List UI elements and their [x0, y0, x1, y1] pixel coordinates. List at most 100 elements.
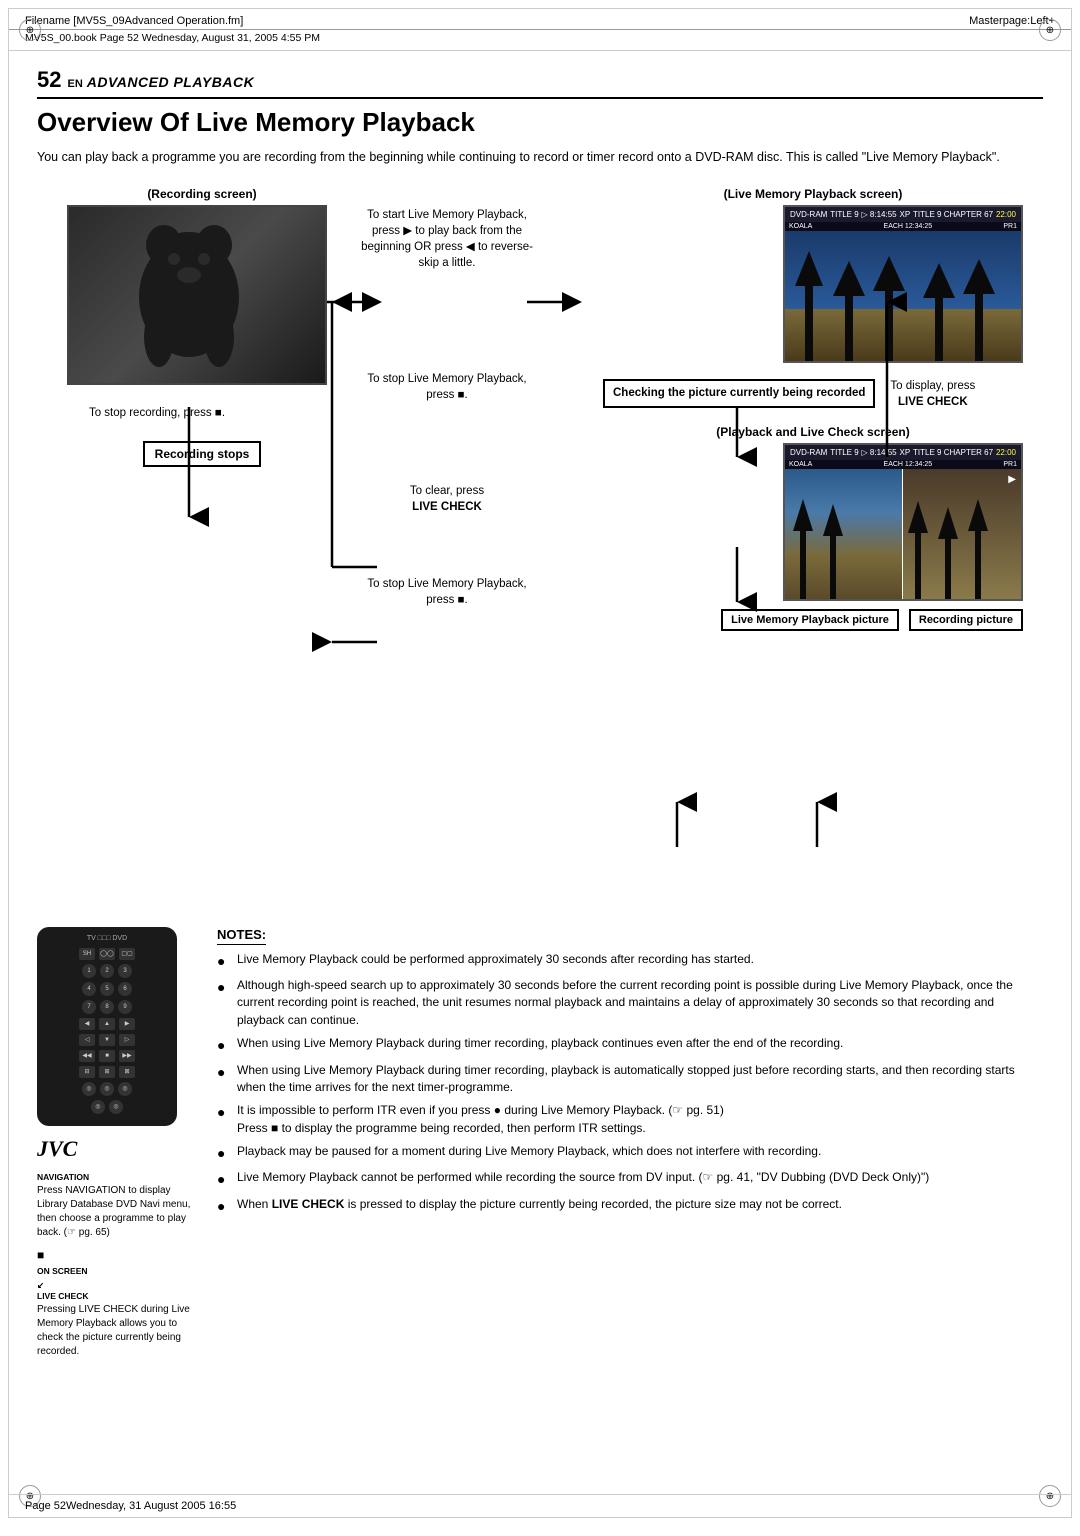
- note-bullet-1: ●: [217, 951, 233, 971]
- remote-btn-round-11[interactable]: ◎: [100, 1082, 114, 1096]
- play-indicator: ▶: [1008, 474, 1016, 485]
- note-item-3: ● When using Live Memory Playback during…: [217, 1035, 1043, 1055]
- remote-btn-round-14[interactable]: ◎: [109, 1100, 123, 1114]
- dvd-trees-svg-1: [785, 231, 1021, 361]
- note-item-6: ● Playback may be paused for a moment du…: [217, 1143, 1043, 1163]
- remote-row-7: ◀◀ ■ ▶▶: [45, 1050, 169, 1062]
- on-screen-section: ON SCREEN: [37, 1266, 197, 1276]
- chapter-number: 52: [37, 67, 61, 93]
- checking-area: Checking the picture currently being rec…: [603, 378, 1023, 410]
- note-text-2: Although high-speed search up to approxi…: [237, 977, 1043, 1029]
- corner-mark-tl: ⊕: [19, 19, 41, 41]
- navigation-section: NAVIGATION Press NAVIGATION to display L…: [37, 1172, 197, 1240]
- note-text-8: When LIVE CHECK is pressed to display th…: [237, 1196, 842, 1213]
- note-bullet-4: ●: [217, 1062, 233, 1082]
- note-bullet-8: ●: [217, 1196, 233, 1216]
- remote-row-3: 4 5 6: [45, 982, 169, 996]
- remote-btn-e[interactable]: ⊞: [99, 1066, 115, 1078]
- recording-screen-section: (Recording screen): [67, 187, 337, 467]
- stop-recording-instruction: To stop recording, press ■.: [67, 405, 337, 421]
- remote-btn-2[interactable]: ◯◯: [99, 948, 115, 960]
- dvd-pr-1: PR1: [1003, 223, 1017, 230]
- remote-btn-round-7[interactable]: 7: [82, 1000, 96, 1014]
- remote-btn-nav3[interactable]: ▶: [119, 1018, 135, 1030]
- remote-btn-f[interactable]: ⊠: [119, 1066, 135, 1078]
- remote-btn-round-13[interactable]: ◎: [91, 1100, 105, 1114]
- remote-btn-round-1[interactable]: 1: [82, 964, 96, 978]
- remote-btn-nav2[interactable]: ▲: [99, 1018, 115, 1030]
- stop-recording-text: To stop recording, press ■.: [67, 405, 247, 421]
- dvd-each-2: EACH 12:34:25: [884, 461, 933, 468]
- recording-screen-image: [67, 205, 327, 385]
- remote-btn-round-4[interactable]: 4: [82, 982, 96, 996]
- remote-btn-1[interactable]: SH: [79, 948, 95, 960]
- live-memory-playback-picture-text: Live Memory Playback picture: [731, 614, 889, 626]
- remote-btn-d[interactable]: ⊟: [79, 1066, 95, 1078]
- note-text-7: Live Memory Playback cannot be performed…: [237, 1169, 929, 1186]
- dvd-title-1: TITLE 9: [830, 210, 858, 219]
- remote-btn-a[interactable]: ◀◀: [79, 1050, 95, 1062]
- remote-btn-round-2[interactable]: 2: [100, 964, 114, 978]
- remote-btn-c[interactable]: ▶▶: [119, 1050, 135, 1062]
- diagram-area: (Recording screen): [37, 187, 1043, 917]
- dvd-title-2: TITLE 9: [830, 448, 858, 457]
- navigation-label: NAVIGATION: [37, 1172, 197, 1182]
- bottom-area: TV □□□ DVD SH ◯◯ ▢▢ 1 2 3 4: [37, 927, 1043, 1359]
- dvd-info-1: KOALA EACH 12:34:25 PR1: [785, 222, 1021, 231]
- dvd-header-1: DVD-RAM TITLE 9 ▷ 8:14:55 XP TITLE 9 CHA…: [785, 207, 1021, 222]
- note-item-1: ● Live Memory Playback could be performe…: [217, 951, 1043, 971]
- note-bullet-6: ●: [217, 1143, 233, 1163]
- checking-box-text: Checking the picture currently being rec…: [613, 387, 865, 399]
- remote-btn-round-5[interactable]: 5: [100, 982, 114, 996]
- note-bullet-7: ●: [217, 1169, 233, 1189]
- instr6-text: To display, press LIVE CHECK: [890, 378, 975, 410]
- dvd-koala-2: KOALA: [789, 461, 812, 468]
- recording-stops-label: Recording stops: [155, 447, 250, 461]
- recording-picture-box: Recording picture: [909, 609, 1023, 631]
- remote-btn-nav6[interactable]: ▷: [119, 1034, 135, 1046]
- remote-btn-round-9[interactable]: 9: [118, 1000, 132, 1014]
- remote-btn-nav5[interactable]: ▼: [99, 1034, 115, 1046]
- dvd-format-1: DVD-RAM: [790, 210, 827, 219]
- live-check-remote-desc: Pressing LIVE CHECK during Live Memory P…: [37, 1303, 197, 1359]
- remote-row-10: ◎ ◎: [45, 1100, 169, 1114]
- remote-btn-round-3[interactable]: 3: [118, 964, 132, 978]
- jvc-logo: JVC: [37, 1136, 197, 1162]
- playback-live-check-screen: DVD-RAM TITLE 9 ▷ 8:14:55 XP TITLE 9 CHA…: [783, 443, 1023, 601]
- corner-mark-tr: ⊕: [1039, 19, 1061, 41]
- instr5-text: To stop Live Memory Playback, press ■.: [357, 576, 537, 608]
- dvd-timer-2: 22:00: [996, 448, 1016, 457]
- live-memory-playback-picture-box: Live Memory Playback picture: [721, 609, 899, 631]
- instr4-text: To clear, press LIVE CHECK: [357, 483, 537, 515]
- notes-title: NOTES:: [217, 927, 266, 945]
- playback-live-check-label: (Playback and Live Check screen): [603, 425, 1023, 439]
- remote-btn-nav4[interactable]: ◁: [79, 1034, 95, 1046]
- note-item-5: ● It is impossible to perform ITR even i…: [217, 1102, 1043, 1137]
- remote-area: TV □□□ DVD SH ◯◯ ▢▢ 1 2 3 4: [37, 927, 197, 1359]
- main-content: 52 EN ADVANCED PLAYBACK Overview Of Live…: [9, 51, 1071, 1379]
- remote-btn-round-12[interactable]: ◎: [118, 1082, 132, 1096]
- remote-btn-3[interactable]: ▢▢: [119, 948, 135, 960]
- koala-svg: [69, 207, 327, 385]
- note-bullet-3: ●: [217, 1035, 233, 1055]
- dvd-time-1: ▷ 8:14:55: [862, 210, 897, 219]
- remote-row-9: ◎ ◎ ◎: [45, 1082, 169, 1096]
- note-bullet-5: ●: [217, 1102, 233, 1122]
- live-check-bold-2: LIVE CHECK: [898, 396, 968, 408]
- remote-btn-round-10[interactable]: ◎: [82, 1082, 96, 1096]
- dvd-chapter-2: TITLE 9 CHAPTER 67: [913, 448, 993, 457]
- remote-btn-round-6[interactable]: 6: [118, 982, 132, 996]
- remote-row-6: ◁ ▼ ▷: [45, 1034, 169, 1046]
- recording-stops-box: Recording stops: [143, 441, 262, 467]
- note-text-6: Playback may be paused for a moment duri…: [237, 1143, 821, 1160]
- checking-box: Checking the picture currently being rec…: [603, 379, 875, 408]
- remote-btn-b[interactable]: ■: [99, 1050, 115, 1062]
- remote-row-5: ◀ ▲ ▶: [45, 1018, 169, 1030]
- right-section: (Live Memory Playback screen) DVD-RAM TI…: [603, 187, 1023, 631]
- note-text-4: When using Live Memory Playback during t…: [237, 1062, 1043, 1097]
- remote-btn-nav[interactable]: ◀: [79, 1018, 95, 1030]
- remote-btn-round-8[interactable]: 8: [100, 1000, 114, 1014]
- chapter-en-label: EN: [67, 78, 82, 90]
- chapter-title: ADVANCED PLAYBACK: [87, 74, 254, 90]
- note-item-4: ● When using Live Memory Playback during…: [217, 1062, 1043, 1097]
